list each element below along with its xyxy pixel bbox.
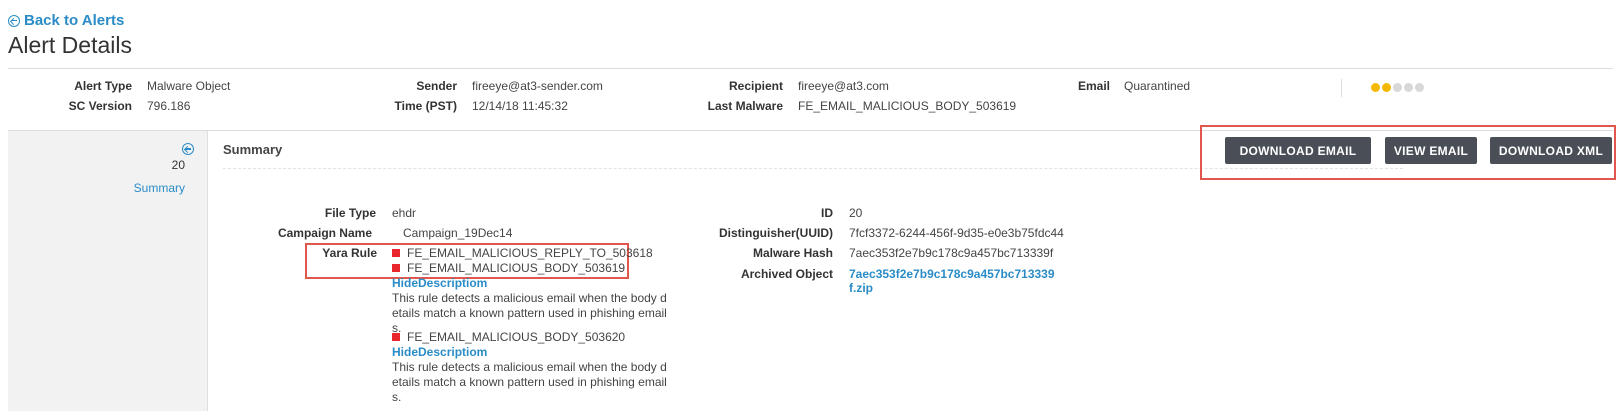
recipient-value: fireeye@at3.com <box>798 79 889 93</box>
yara-rule-item: FE_EMAIL_MALICIOUS_BODY_503620 <box>392 330 625 344</box>
view-email-button[interactable]: VIEW EMAIL <box>1385 137 1477 164</box>
file-type-value: ehdr <box>392 206 417 220</box>
red-square-icon <box>392 264 400 272</box>
page-title: Alert Details <box>8 32 132 58</box>
last-malware-label: Last Malware <box>707 99 783 113</box>
sc-version-value: 796.186 <box>147 99 191 113</box>
id-label: ID <box>821 206 833 220</box>
back-to-alerts-label: Back to Alerts <box>24 12 125 29</box>
red-square-icon <box>392 249 400 257</box>
occurrence-number: 20 <box>171 158 185 172</box>
header-separator <box>1341 79 1342 97</box>
file-type-label: File Type <box>324 206 376 220</box>
severity-indicator <box>1371 83 1424 92</box>
sc-version-label: SC Version <box>68 99 132 113</box>
summary-title: Summary <box>223 142 283 157</box>
archived-object-label: Archived Object <box>740 267 833 281</box>
hide-description-link[interactable]: HideDescriptiom <box>392 276 487 290</box>
alert-type-value: Malware Object <box>147 79 231 93</box>
circle-arrow-left-icon <box>8 14 20 27</box>
distinguisher-value: 7fcf3372-6244-456f-9d35-e0e3b75fdc44 <box>849 226 1064 240</box>
last-malware-value: FE_EMAIL_MALICIOUS_BODY_503619 <box>798 99 1017 113</box>
severity-dot-inactive <box>1415 83 1424 92</box>
yara-rule-item: FE_EMAIL_MALICIOUS_BODY_503619 <box>392 261 625 275</box>
sender-value: fireeye@at3-sender.com <box>472 79 603 93</box>
summary-nav-link[interactable]: Summary <box>134 181 185 195</box>
download-xml-button[interactable]: DOWNLOAD XML <box>1490 137 1612 164</box>
email-status-value: Quarantined <box>1124 79 1191 93</box>
severity-dot-inactive <box>1404 83 1413 92</box>
campaign-name-label: Campaign Name <box>277 226 372 240</box>
alert-type-label: Alert Type <box>74 79 132 93</box>
severity-dot-active <box>1382 83 1391 92</box>
malware-hash-value: 7aec353f2e7b9c178c9a457bc713339f <box>849 246 1054 260</box>
severity-dot-active <box>1371 83 1380 92</box>
yara-rule-label: Yara Rule <box>322 246 377 260</box>
email-label: Email <box>1077 79 1110 93</box>
rule-description: This rule detects a malicious email when… <box>392 360 667 404</box>
time-label: Time (PST) <box>394 99 457 113</box>
campaign-name-value: Campaign_19Dec14 <box>403 226 513 240</box>
left-panel: 20 Summary <box>8 131 208 411</box>
red-square-icon <box>392 333 400 341</box>
sender-label: Sender <box>416 79 457 93</box>
header-divider <box>8 68 1613 69</box>
hide-description-link[interactable]: HideDescriptiom <box>392 345 487 359</box>
back-to-alerts-link[interactable]: Back to Alerts <box>8 12 124 29</box>
archived-object-link[interactable]: 7aec353f2e7b9c178c9a457bc713339f.zip <box>849 267 1061 295</box>
severity-dot-inactive <box>1393 83 1402 92</box>
distinguisher-label: Distinguisher(UUID) <box>719 226 833 240</box>
malware-hash-label: Malware Hash <box>752 246 833 260</box>
id-value: 20 <box>849 206 863 220</box>
yara-rule-item: FE_EMAIL_MALICIOUS_REPLY_TO_503618 <box>392 246 653 260</box>
download-email-button[interactable]: DOWNLOAD EMAIL <box>1225 137 1371 164</box>
recipient-label: Recipient <box>728 79 783 93</box>
time-value: 12/14/18 11:45:32 <box>472 99 568 113</box>
